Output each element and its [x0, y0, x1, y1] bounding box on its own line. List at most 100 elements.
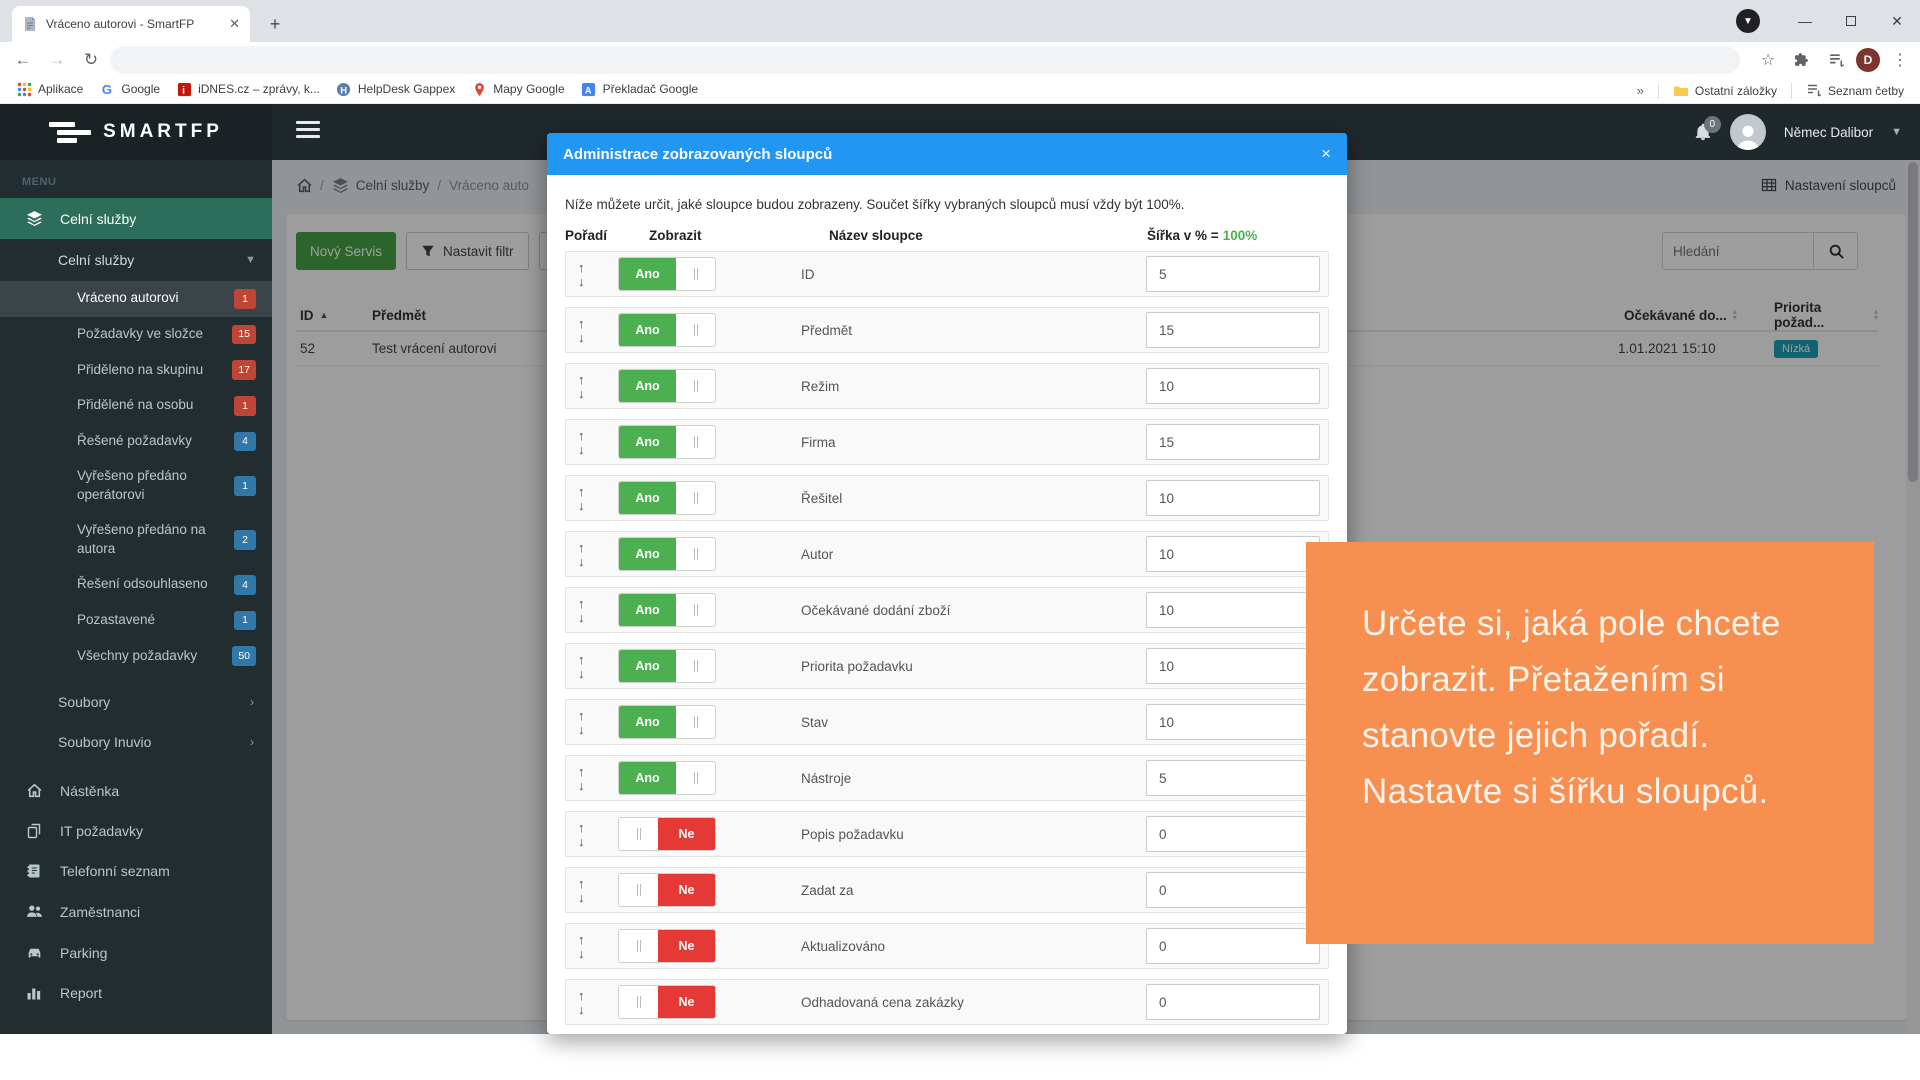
column-width-input[interactable] — [1146, 312, 1320, 348]
sidebar-item[interactable]: Telefonní seznam — [0, 851, 272, 891]
show-toggle[interactable]: Ano — [618, 313, 716, 347]
move-up-icon[interactable]: ↑ — [578, 653, 585, 666]
tab-close-icon[interactable]: ✕ — [229, 16, 240, 32]
sidebar-sub-item[interactable]: Vráceno autorovi 1 — [0, 281, 272, 317]
column-width-input[interactable] — [1146, 704, 1320, 740]
kebab-menu-icon[interactable]: ⋮ — [1886, 46, 1914, 74]
forward-icon[interactable]: → — [42, 45, 72, 75]
show-toggle[interactable]: Ano — [618, 425, 716, 459]
media-control-icon[interactable]: ▼ — [1736, 9, 1760, 33]
show-toggle[interactable]: Ne — [618, 985, 716, 1019]
other-bookmarks-button[interactable]: Ostatní záložky — [1665, 81, 1785, 101]
reload-icon[interactable]: ↻ — [76, 45, 106, 75]
move-up-icon[interactable]: ↑ — [578, 877, 585, 890]
column-width-input[interactable] — [1146, 816, 1320, 852]
sidebar-collapsed-item[interactable]: Soubory › — [0, 682, 272, 722]
show-toggle[interactable]: Ano — [618, 705, 716, 739]
column-width-input[interactable] — [1146, 536, 1320, 572]
address-bar[interactable] — [110, 46, 1740, 74]
move-down-icon[interactable]: ↓ — [578, 667, 585, 680]
user-menu-chevron-icon[interactable]: ▼ — [1891, 126, 1902, 138]
move-down-icon[interactable]: ↓ — [578, 555, 585, 568]
bookmark-item[interactable]: Aplikace — [8, 79, 91, 99]
minimize-button[interactable]: — — [1782, 4, 1828, 38]
restore-button[interactable] — [1828, 4, 1874, 38]
column-width-input[interactable] — [1146, 872, 1320, 908]
move-up-icon[interactable]: ↑ — [578, 709, 585, 722]
sidebar-sub-item[interactable]: Vyřešeno předáno na autora 2 — [0, 513, 272, 567]
sidebar-section-celni-sluzby[interactable]: Celní služby ▼ — [0, 239, 272, 281]
move-up-icon[interactable]: ↑ — [578, 261, 585, 274]
move-up-icon[interactable]: ↑ — [578, 485, 585, 498]
show-toggle[interactable]: Ano — [618, 257, 716, 291]
bookmark-item[interactable]: Mapy Google — [463, 79, 572, 99]
move-down-icon[interactable]: ↓ — [578, 947, 585, 960]
app-logo[interactable]: SMARTFP — [0, 104, 272, 160]
sidebar-sub-item[interactable]: Všechny požadavky 50 — [0, 638, 272, 674]
move-down-icon[interactable]: ↓ — [578, 443, 585, 456]
sidebar-sub-item[interactable]: Přiděleno na skupinu 17 — [0, 352, 272, 388]
sidebar-item[interactable]: Parking — [0, 932, 272, 973]
sidebar-sub-item[interactable]: Požadavky ve složce 15 — [0, 317, 272, 353]
browser-profile-avatar[interactable]: D — [1856, 48, 1880, 72]
bookmark-star-icon[interactable]: ☆ — [1754, 46, 1782, 74]
move-up-icon[interactable]: ↑ — [578, 429, 585, 442]
move-up-icon[interactable]: ↑ — [578, 317, 585, 330]
sidebar-sub-item[interactable]: Pozastavené 1 — [0, 603, 272, 639]
sidebar-item[interactable]: Report — [0, 973, 272, 1013]
show-toggle[interactable]: Ne — [618, 929, 716, 963]
move-down-icon[interactable]: ↓ — [578, 387, 585, 400]
move-down-icon[interactable]: ↓ — [578, 891, 585, 904]
column-width-input[interactable] — [1146, 928, 1320, 964]
sidebar-collapsed-item[interactable]: Soubory Inuvio › — [0, 722, 272, 762]
new-tab-button[interactable]: + — [262, 11, 288, 37]
move-up-icon[interactable]: ↑ — [578, 373, 585, 386]
move-up-icon[interactable]: ↑ — [578, 989, 585, 1002]
bookmark-item[interactable]: H HelpDesk Gappex — [328, 79, 463, 99]
move-down-icon[interactable]: ↓ — [578, 331, 585, 344]
move-down-icon[interactable]: ↓ — [578, 611, 585, 624]
show-toggle[interactable]: Ano — [618, 649, 716, 683]
bookmark-item[interactable]: i iDNES.cz – zprávy, k... — [168, 79, 328, 99]
back-icon[interactable]: ← — [8, 45, 38, 75]
move-up-icon[interactable]: ↑ — [578, 821, 585, 834]
bookmarks-overflow-icon[interactable]: » — [1629, 83, 1652, 98]
sidebar-item[interactable]: Zaměstnanci — [0, 891, 272, 932]
browser-tab[interactable]: Vráceno autorovi - SmartFP ✕ — [12, 6, 250, 42]
move-down-icon[interactable]: ↓ — [578, 723, 585, 736]
show-toggle[interactable]: Ano — [618, 481, 716, 515]
notifications-button[interactable]: 0 — [1694, 123, 1712, 141]
bookmark-item[interactable]: G Google — [91, 79, 168, 99]
column-width-input[interactable] — [1146, 256, 1320, 292]
show-toggle[interactable]: Ano — [618, 761, 716, 795]
show-toggle[interactable]: Ne — [618, 817, 716, 851]
column-width-input[interactable] — [1146, 648, 1320, 684]
sidebar-sub-item[interactable]: Řešené požadavky 4 — [0, 424, 272, 460]
column-width-input[interactable] — [1146, 424, 1320, 460]
show-toggle[interactable]: Ano — [618, 369, 716, 403]
sidebar-toggle-icon[interactable] — [296, 121, 320, 138]
move-up-icon[interactable]: ↑ — [578, 933, 585, 946]
column-width-input[interactable] — [1146, 984, 1320, 1020]
modal-close-icon[interactable]: × — [1321, 144, 1331, 164]
move-down-icon[interactable]: ↓ — [578, 1003, 585, 1016]
sidebar-sub-item[interactable]: Vyřešeno předáno operátorovi 1 — [0, 459, 272, 513]
user-avatar[interactable] — [1730, 114, 1766, 150]
reading-list-icon[interactable] — [1822, 46, 1850, 74]
move-down-icon[interactable]: ↓ — [578, 779, 585, 792]
sidebar-sub-item[interactable]: Přidělené na osobu 1 — [0, 388, 272, 424]
close-window-button[interactable]: ✕ — [1874, 4, 1920, 38]
sidebar-item[interactable]: Nástěnka — [0, 770, 272, 811]
reading-list-button[interactable]: Seznam četby — [1798, 81, 1912, 101]
sidebar-item[interactable]: IT požadavky — [0, 811, 272, 851]
show-toggle[interactable]: Ne — [618, 873, 716, 907]
move-up-icon[interactable]: ↑ — [578, 541, 585, 554]
bookmark-item[interactable]: A Překladač Google — [573, 79, 706, 99]
sidebar-item-celni-sluzby[interactable]: Celní služby — [0, 198, 272, 239]
show-toggle[interactable]: Ano — [618, 537, 716, 571]
move-down-icon[interactable]: ↓ — [578, 499, 585, 512]
column-width-input[interactable] — [1146, 760, 1320, 796]
extensions-puzzle-icon[interactable] — [1788, 46, 1816, 74]
column-width-input[interactable] — [1146, 368, 1320, 404]
move-down-icon[interactable]: ↓ — [578, 275, 585, 288]
